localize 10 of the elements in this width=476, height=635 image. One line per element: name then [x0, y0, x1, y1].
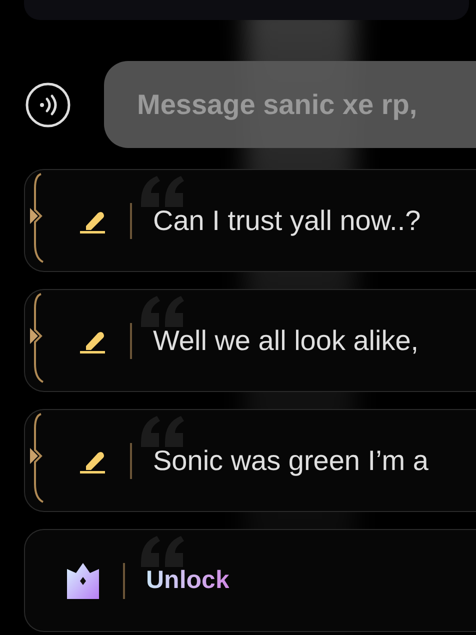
suggestion-card[interactable]: Sonic was green I’m a [24, 409, 476, 512]
unlock-card[interactable]: Unlock [24, 529, 476, 632]
voice-icon[interactable] [25, 82, 71, 128]
suggestion-card[interactable]: Can I trust yall now..? [24, 169, 476, 272]
suggestion-text: Can I trust yall now..? [153, 204, 421, 238]
suggestion-text: Well we all look alike, [153, 324, 419, 358]
suggestion-text: Sonic was green I’m a [153, 444, 428, 478]
message-field[interactable]: Message sanic xe rp, [104, 61, 476, 148]
crown-icon [67, 562, 99, 598]
suggestion-card[interactable]: Well we all look alike, [24, 289, 476, 392]
